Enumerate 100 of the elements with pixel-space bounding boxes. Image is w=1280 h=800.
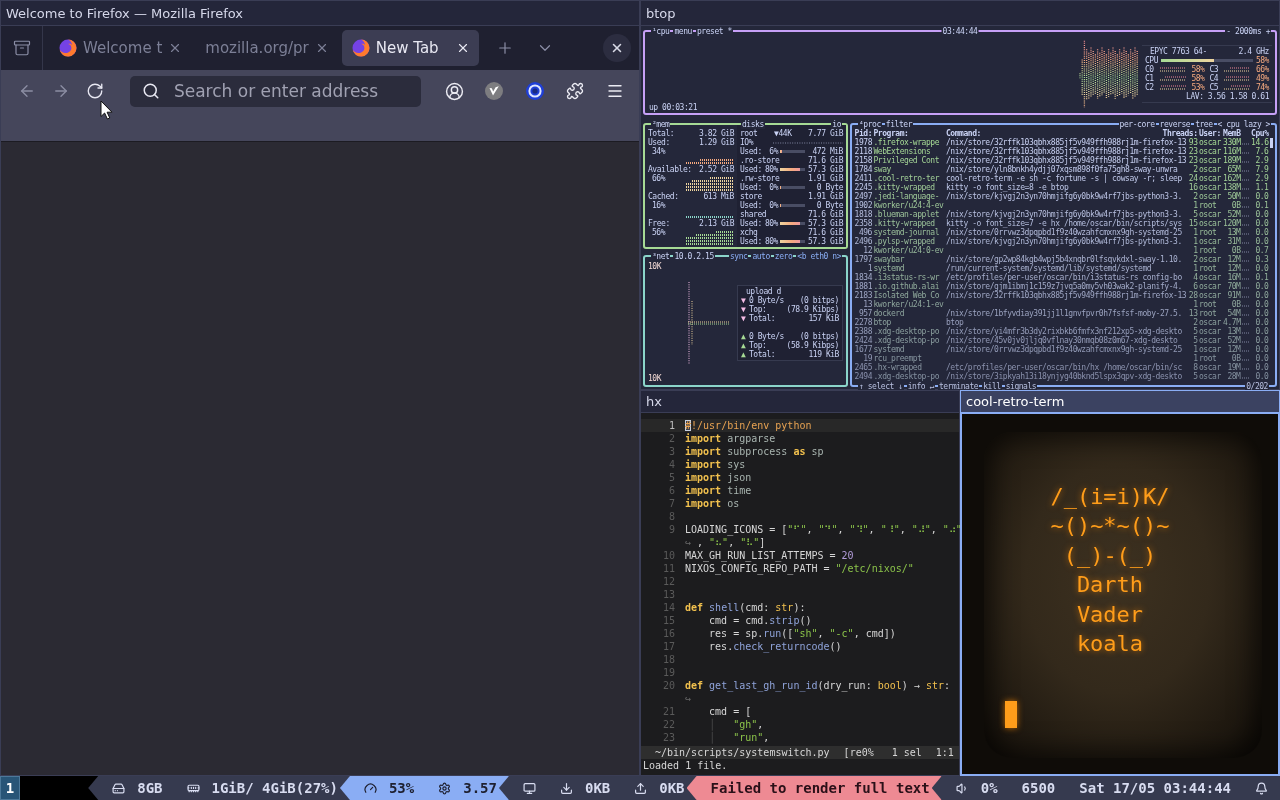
table-cell: oscar: [1199, 174, 1221, 183]
status-text: 1GiB/ 4GiB(27%): [211, 780, 338, 796]
panel-option[interactable]: per-core: [1118, 119, 1156, 129]
panel-action[interactable]: ↑ select ↓: [858, 381, 904, 390]
table-cell: 0.3: [1255, 255, 1269, 264]
panel-tab[interactable]: preset *: [695, 26, 733, 36]
net-control[interactable]: <b eth0 n>: [796, 251, 842, 261]
table-cell: oscar: [1199, 183, 1221, 192]
panel-option[interactable]: < cpu lazy >: [1216, 119, 1271, 129]
reload-icon: [86, 82, 105, 100]
code-line: def shell(cmd: str):: [685, 601, 806, 614]
panel-option[interactable]: tree: [1194, 119, 1214, 129]
window-title: btop: [646, 5, 676, 21]
table-cell: oscar: [1199, 363, 1221, 372]
table-cell: oscar: [1199, 327, 1221, 336]
table-cell: 2465: [854, 363, 872, 372]
table-cell: 91M: [1227, 291, 1241, 300]
browser-tab[interactable]: mozilla.org/pr: [195, 30, 338, 66]
table-cell: 0.0: [1255, 372, 1269, 381]
memory-label: Total:: [648, 129, 675, 138]
net-control[interactable]: auto: [751, 251, 771, 261]
table-cell: root: [1199, 228, 1217, 237]
table-cell: kitty -o font_size=7 -e hx /home/oscar/bin/scripts/sys: [946, 219, 1182, 228]
upload-icon: [634, 781, 648, 795]
net-control[interactable]: sync: [728, 251, 749, 261]
line-number: 14: [661, 601, 675, 614]
table-cell: 14.6: [1251, 138, 1269, 147]
panel-action[interactable]: kill: [982, 381, 1002, 390]
table-cell: 1: [1193, 246, 1198, 255]
column-header[interactable]: Threads:: [1162, 129, 1198, 138]
table-cell: 12M: [1227, 255, 1241, 264]
browser-tab[interactable]: Welcome t: [49, 30, 192, 66]
panel-tab[interactable]: io: [831, 119, 842, 129]
table-cell: 1: [1193, 228, 1198, 237]
download-icon: [559, 781, 573, 795]
table-cell: oscar: [1199, 255, 1221, 264]
column-header[interactable]: User:: [1199, 129, 1221, 138]
table-cell: 16M: [1227, 273, 1241, 282]
panel-tab[interactable]: ²mem: [651, 119, 671, 129]
core-percent: 49%: [1255, 74, 1269, 83]
table-cell: /nix/store/kjvgj2n3yn70hmjifg6y0bk9w4rf7jbs-python3-3.: [946, 237, 1182, 246]
table-cell: 28M: [1227, 372, 1241, 381]
table-cell: 2494: [854, 372, 872, 381]
table-cell: 0B: [1231, 300, 1241, 309]
core-percent: 58%: [1191, 74, 1205, 83]
net-control[interactable]: zero: [773, 251, 794, 261]
column-header[interactable]: Pid:: [854, 129, 872, 138]
panel-action[interactable]: signals: [1004, 381, 1038, 390]
table-cell: .i3status-rs-wr: [873, 273, 939, 282]
panel-tab[interactable]: ⁴proc: [858, 119, 882, 129]
code-line: import json: [685, 471, 752, 484]
table-cell: .cool-retro-ter: [873, 174, 939, 183]
table-cell: 0.0: [1255, 264, 1269, 273]
column-header[interactable]: Cpu%: [1251, 129, 1269, 138]
column-header[interactable]: Command:: [946, 129, 981, 138]
core-usage-graph: [1159, 85, 1186, 90]
used-label: Used:: [740, 237, 762, 246]
clock: 03:44:44: [941, 26, 979, 36]
table-cell: systemd: [873, 264, 905, 273]
disk-io: ▼44K: [774, 129, 792, 138]
table-cell: oscar: [1199, 273, 1221, 282]
workspace-button[interactable]: 1: [0, 776, 20, 800]
panel-tab[interactable]: filter: [884, 119, 914, 129]
used-percent: 0%: [768, 183, 778, 192]
code-line: def get_last_gh_run_id(dry_run: bool) → str:: [685, 679, 950, 692]
line-number: 18: [661, 653, 675, 666]
line-number: 22: [661, 718, 675, 731]
browser-tab[interactable]: New Tab: [341, 30, 479, 66]
core-percent: 74%: [1255, 83, 1269, 92]
update-interval[interactable]: - 2000ms +: [1225, 26, 1271, 36]
address-bar[interactable]: Search or enter address: [129, 75, 422, 107]
code-line: import os: [685, 497, 740, 510]
table-cell: 2.9: [1255, 174, 1269, 183]
table-cell: 50M: [1227, 192, 1241, 201]
close-window-button[interactable]: [603, 34, 631, 62]
table-cell: 0.0: [1255, 300, 1269, 309]
table-cell: .pylsp-wrapped: [873, 237, 935, 246]
table-cell: /nix/store/32rffk103qbhx885jf5v949ffh988rj1m-firefox-13: [946, 291, 1187, 300]
table-cell: oscar: [1199, 219, 1221, 228]
table-cell: 13M: [1227, 228, 1241, 237]
panel-action[interactable]: terminate: [937, 381, 980, 390]
column-header[interactable]: MemB: [1223, 129, 1241, 138]
disk-name: store: [740, 192, 762, 201]
monitor-icon: [522, 781, 536, 795]
status-text: Failed to render full text: [710, 780, 930, 796]
used-percent: 80%: [764, 237, 778, 246]
panel-tab[interactable]: ³net: [651, 251, 671, 261]
panel-action[interactable]: info ↵: [906, 381, 935, 390]
column-header[interactable]: Program:: [873, 129, 909, 138]
disk-size: 71.6 GiB: [808, 228, 843, 237]
table-cell: 4.7M: [1223, 318, 1241, 327]
table-cell: .jedi-language-: [873, 192, 939, 201]
panel-tab[interactable]: ¹cpu: [651, 26, 671, 36]
panel-tab[interactable]: disks: [741, 119, 765, 129]
direction-arrow: ▼: [741, 295, 746, 305]
code-line: cmd = cmd.strip(): [708, 614, 812, 627]
panel-option[interactable]: reverse: [1158, 119, 1192, 129]
panel-tab[interactable]: menu: [673, 26, 693, 36]
table-cell: 0.0: [1255, 210, 1269, 219]
scrollbar-thumb[interactable]: [1270, 138, 1273, 148]
